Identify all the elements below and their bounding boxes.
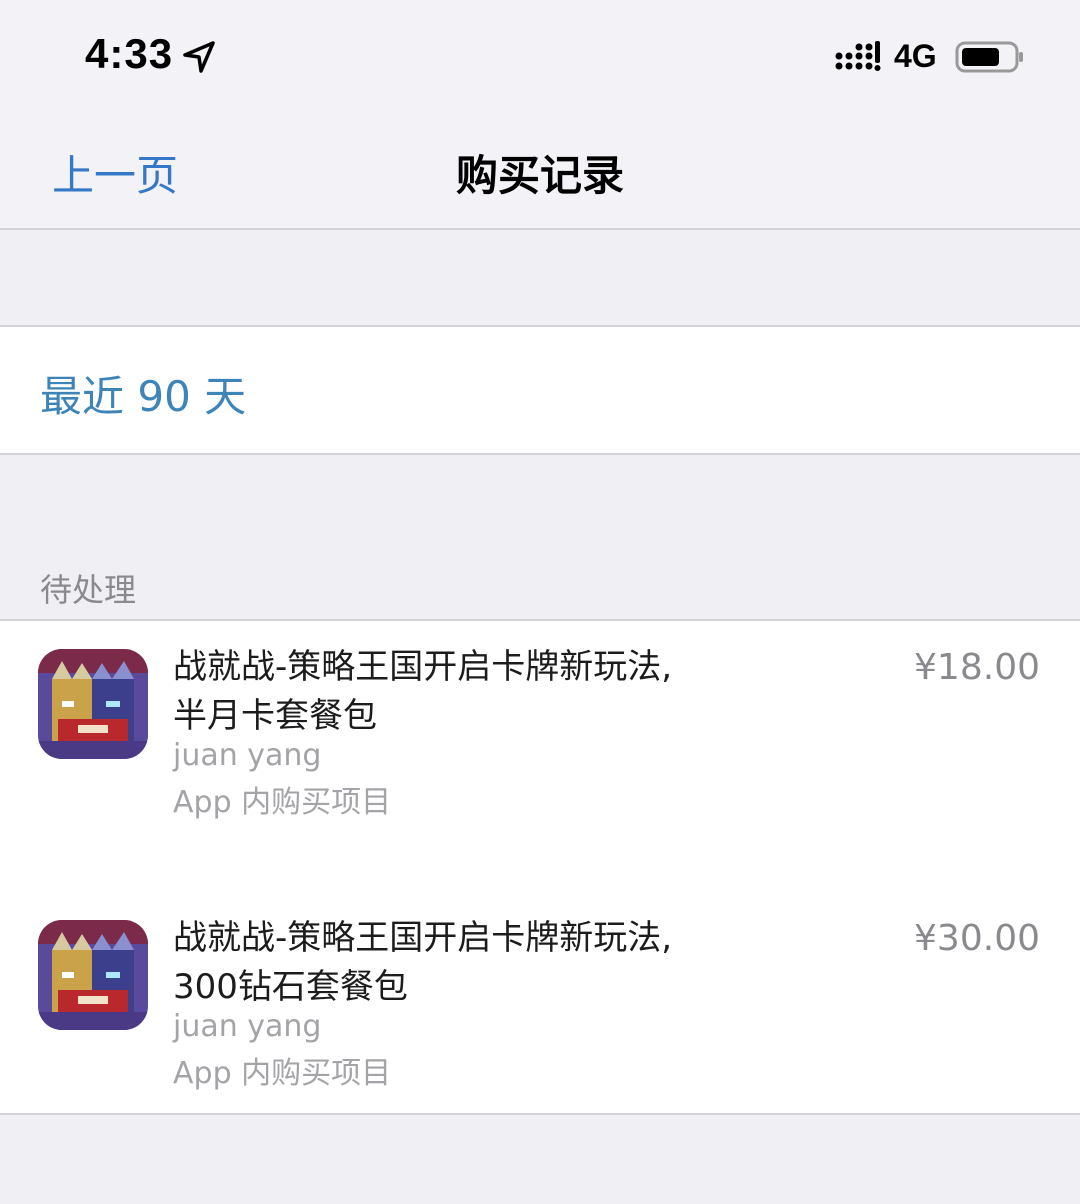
network-type: 4G bbox=[894, 38, 937, 74]
battery-icon bbox=[955, 41, 1023, 73]
period-label[interactable]: 最近 90 天 bbox=[40, 363, 246, 424]
purchase-owner: juan yang bbox=[173, 738, 322, 773]
game-app-icon bbox=[38, 920, 148, 1030]
page-title: 购买记录 bbox=[455, 151, 624, 200]
purchase-title: 战就战-策略王国开启卡牌新玩法, 半月卡套餐包 bbox=[173, 647, 673, 736]
purchase-type: App 内购买项目 bbox=[173, 1056, 392, 1091]
game-app-icon bbox=[38, 649, 148, 759]
purchase-type: App 内购买项目 bbox=[173, 785, 392, 820]
purchase-price: ¥18.00 bbox=[914, 647, 1040, 688]
navigation-bar: 上一页 购买记录 bbox=[0, 110, 1080, 230]
purchase-title: 战就战-策略王国开启卡牌新玩法, 300钻石套餐包 bbox=[173, 918, 673, 1007]
period-row[interactable]: 最近 90 天 bbox=[0, 325, 1080, 455]
purchase-list: 战就战-策略王国开启卡牌新玩法, 半月卡套餐包 juan yang App 内购… bbox=[0, 619, 1080, 1115]
location-arrow-icon bbox=[183, 41, 215, 73]
purchase-item[interactable]: 战就战-策略王国开启卡牌新玩法, 300钻石套餐包 juan yang App … bbox=[0, 892, 1080, 1132]
purchase-price: ¥30.00 bbox=[914, 918, 1040, 959]
status-bar: 4:33 4G bbox=[0, 0, 1080, 110]
purchase-owner: juan yang bbox=[173, 1009, 322, 1044]
section-header: 待处理 bbox=[40, 571, 137, 609]
signal-bars-icon bbox=[835, 41, 881, 71]
purchase-item[interactable]: 战就战-策略王国开启卡牌新玩法, 半月卡套餐包 juan yang App 内购… bbox=[0, 621, 1080, 861]
status-time: 4:33 bbox=[85, 30, 174, 77]
